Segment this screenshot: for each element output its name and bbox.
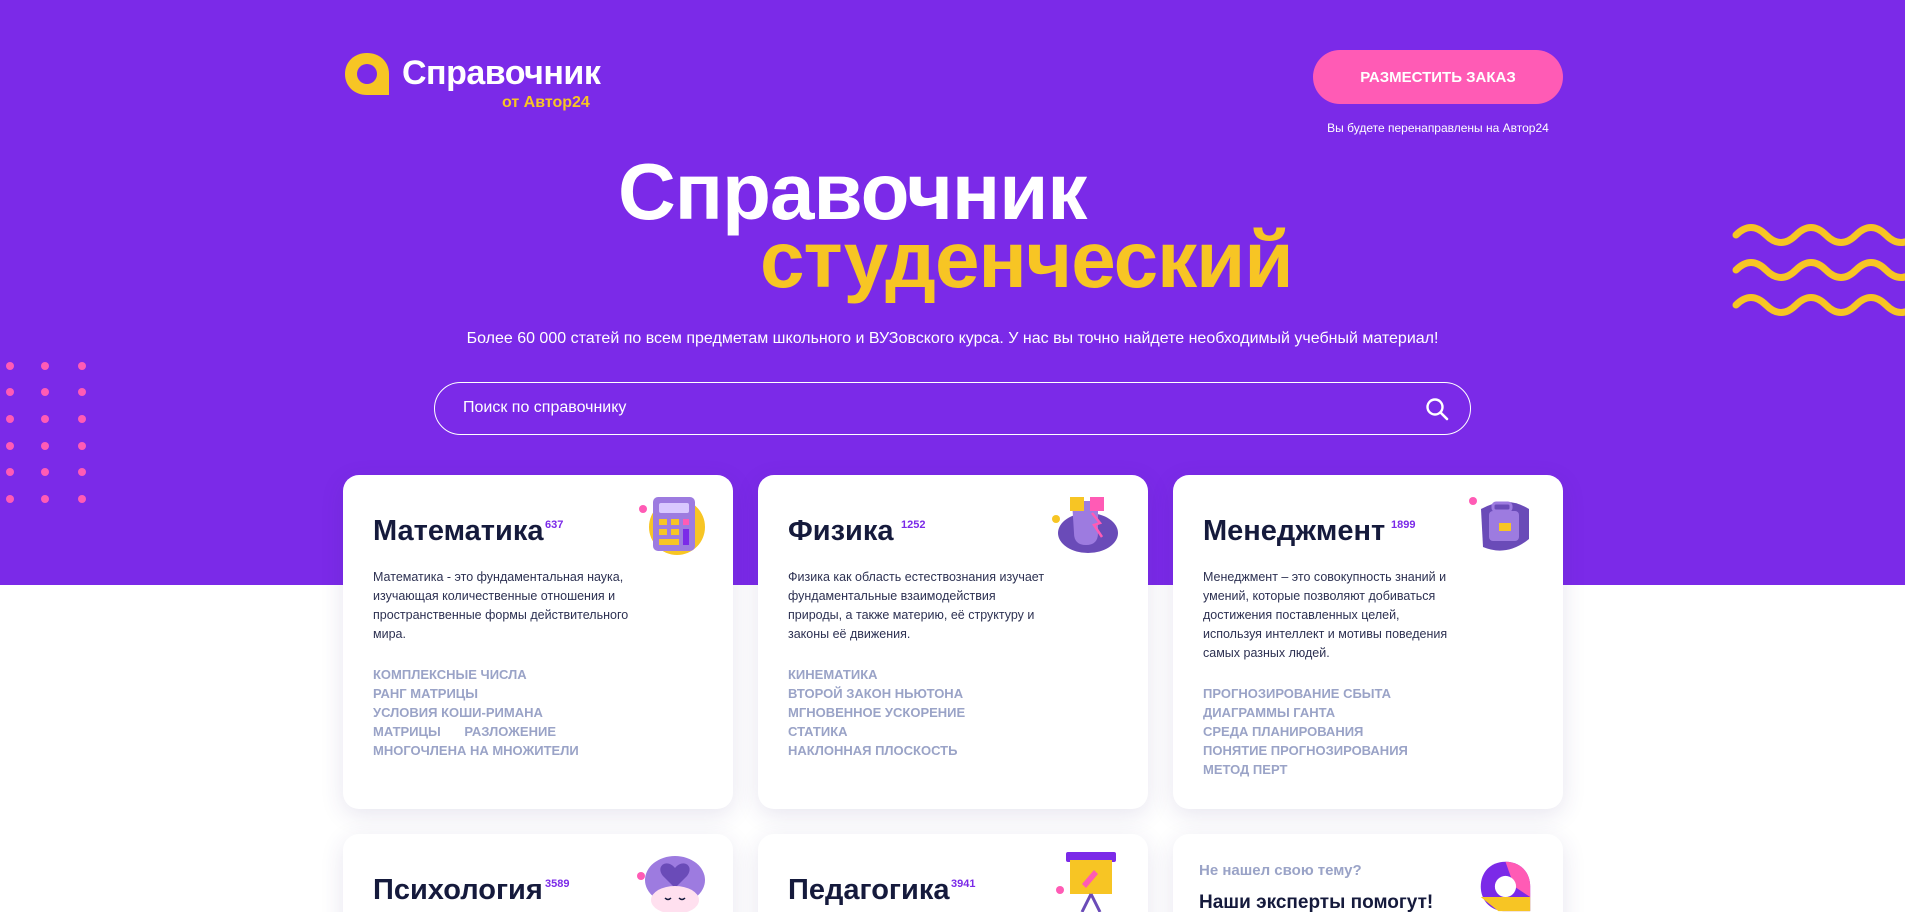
tag-link[interactable]: ПОНЯТИЕ ПРОГНОЗИРОВАНИЯ <box>1203 743 1408 758</box>
tag-link[interactable]: РАНГ МАТРИЦЫ <box>373 686 478 701</box>
author24-logo-icon <box>1480 861 1531 912</box>
tag-link[interactable]: НАКЛОННАЯ ПЛОСКОСТЬ <box>788 743 957 758</box>
tag-link[interactable]: ДИАГРАММЫ ГАНТА <box>1203 705 1335 720</box>
redirect-note: Вы будете перенаправлены на Автор24 <box>1327 121 1549 135</box>
logo-mark-icon <box>345 53 389 95</box>
article-count: 3941 <box>951 878 976 890</box>
card-title[interactable]: Физика <box>788 515 893 548</box>
magnet-icon <box>1052 497 1118 553</box>
subject-card-physics[interactable]: Физика 1252 Физика как область естествоз… <box>758 475 1148 809</box>
card-tags: КИНЕМАТИКА ВТОРОЙ ЗАКОН НЬЮТОНА МГНОВЕНН… <box>788 665 1028 760</box>
tag-link[interactable]: МЕТОД ПЕРТ <box>1203 762 1287 777</box>
subject-card-pedagogy[interactable]: Педагогика 3941 <box>758 834 1148 912</box>
tag-link[interactable]: СРЕДА ПЛАНИРОВАНИЯ <box>1203 724 1363 739</box>
article-count: 3589 <box>545 878 570 890</box>
tag-link[interactable]: КОМПЛЕКСНЫЕ ЧИСЛА <box>373 667 527 682</box>
calculator-icon <box>639 497 705 555</box>
card-title[interactable]: Менеджмент <box>1203 515 1385 548</box>
tag-link[interactable]: УСЛОВИЯ КОШИ-РИМАНА <box>373 705 543 720</box>
article-count: 637 <box>545 519 564 531</box>
cta-heading: Наши эксперты помогут! <box>1199 892 1434 912</box>
hero-title-line2: студенческий <box>760 215 1294 304</box>
tag-link[interactable]: ВТОРОЙ ЗАКОН НЬЮТОНА <box>788 686 963 701</box>
briefcase-icon <box>1469 497 1529 551</box>
waves-decoration <box>1732 224 1905 316</box>
subject-card-psychology[interactable]: Психология 3589 <box>343 834 733 912</box>
logo-subtitle: от Автор24 <box>502 94 590 111</box>
tag-link[interactable]: МАТРИЦЫ <box>373 724 441 739</box>
hero-lead: Более 60 000 статей по всем предметам шк… <box>466 330 1439 347</box>
article-count: 1899 <box>1391 519 1416 531</box>
card-tags: ПРОГНОЗИРОВАНИЕ СБЫТА ДИАГРАММЫ ГАНТА СР… <box>1203 684 1443 779</box>
subject-card-mathematics[interactable]: Математика 637 Математика - это фундамен… <box>343 475 733 809</box>
card-tags: КОМПЛЕКСНЫЕ ЧИСЛА РАНГ МАТРИЦЫ УСЛОВИЯ К… <box>373 665 613 760</box>
dots-decoration <box>6 362 86 503</box>
tag-link[interactable]: МГНОВЕННОЕ УСКОРЕНИЕ <box>788 705 965 720</box>
card-description: Физика как область естествознания изучае… <box>788 570 1045 641</box>
subject-card-management[interactable]: Менеджмент 1899 Менеджмент – это совокуп… <box>1173 475 1563 809</box>
search-input[interactable] <box>463 383 1403 433</box>
brain-heart-icon <box>637 856 705 912</box>
card-description: Математика - это фундаментальная наука, … <box>373 570 629 641</box>
cta-question: Не нашел свою тему? <box>1199 862 1362 879</box>
search-bar <box>434 382 1471 435</box>
card-title[interactable]: Психология <box>373 874 543 907</box>
presentation-board-icon <box>1056 852 1116 912</box>
article-count: 1252 <box>901 519 926 531</box>
site-logo[interactable]: Справочник от Автор24 <box>342 50 602 116</box>
card-title[interactable]: Математика <box>373 515 543 548</box>
expert-help-card[interactable]: Не нашел свою тему? Наши эксперты помогу… <box>1173 834 1563 912</box>
tag-link[interactable]: ПРОГНОЗИРОВАНИЕ СБЫТА <box>1203 686 1391 701</box>
search-icon[interactable] <box>1424 396 1450 422</box>
tag-link[interactable]: КИНЕМАТИКА <box>788 667 878 682</box>
place-order-button[interactable]: РАЗМЕСТИТЬ ЗАКАЗ <box>1313 50 1563 104</box>
logo-title: Справочник <box>402 54 601 92</box>
card-title[interactable]: Педагогика <box>788 874 949 907</box>
card-description: Менеджмент – это совокупность знаний и у… <box>1203 570 1448 660</box>
tag-link[interactable]: СТАТИКА <box>788 724 848 739</box>
